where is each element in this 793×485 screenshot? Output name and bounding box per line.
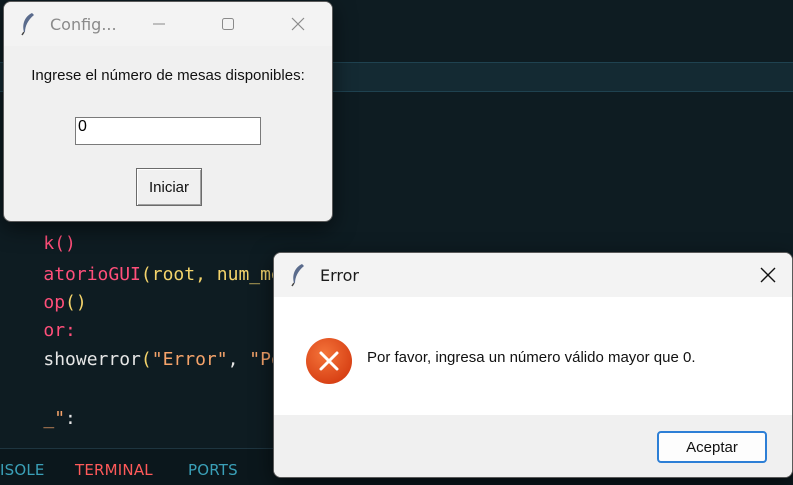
maximize-button[interactable] — [205, 2, 251, 46]
code-line: or: — [43, 320, 76, 341]
window-title: Error — [320, 265, 359, 285]
code-line: op() — [43, 292, 87, 313]
config-window: Config... Ingrese el número de mesas dis… — [3, 1, 333, 222]
code-line: showerror("Error", "Por — [43, 349, 293, 370]
error-footer: Aceptar — [274, 415, 792, 477]
start-button[interactable]: Iniciar — [136, 168, 202, 206]
error-dialog: Error Por favor, ingresa un número válid… — [273, 252, 793, 478]
error-titlebar[interactable]: Error — [274, 253, 792, 297]
maximize-icon — [222, 18, 234, 30]
accept-button[interactable]: Aceptar — [657, 431, 767, 463]
close-button[interactable] — [745, 253, 791, 297]
tab-terminal[interactable]: TERMINAL — [75, 461, 153, 479]
code-line: _": — [43, 408, 76, 429]
error-icon — [306, 338, 352, 384]
tk-feather-icon — [291, 264, 304, 287]
tk-feather-icon — [21, 13, 34, 36]
tab-console[interactable]: ISOLE — [0, 461, 45, 479]
minimize-icon — [153, 23, 165, 25]
minimize-button[interactable] — [136, 2, 182, 46]
window-title: Config... — [50, 14, 117, 34]
error-message: Por favor, ingresa un número válido mayo… — [367, 349, 696, 366]
mesas-input[interactable]: 0 — [75, 117, 261, 145]
error-body: Por favor, ingresa un número válido mayo… — [274, 297, 792, 415]
mesas-prompt-label: Ingrese el número de mesas disponibles: — [31, 67, 305, 84]
close-icon — [291, 17, 305, 31]
close-button[interactable] — [275, 2, 321, 46]
config-titlebar[interactable]: Config... — [4, 2, 332, 46]
tab-ports[interactable]: PORTS — [188, 461, 238, 479]
close-icon — [760, 267, 776, 283]
